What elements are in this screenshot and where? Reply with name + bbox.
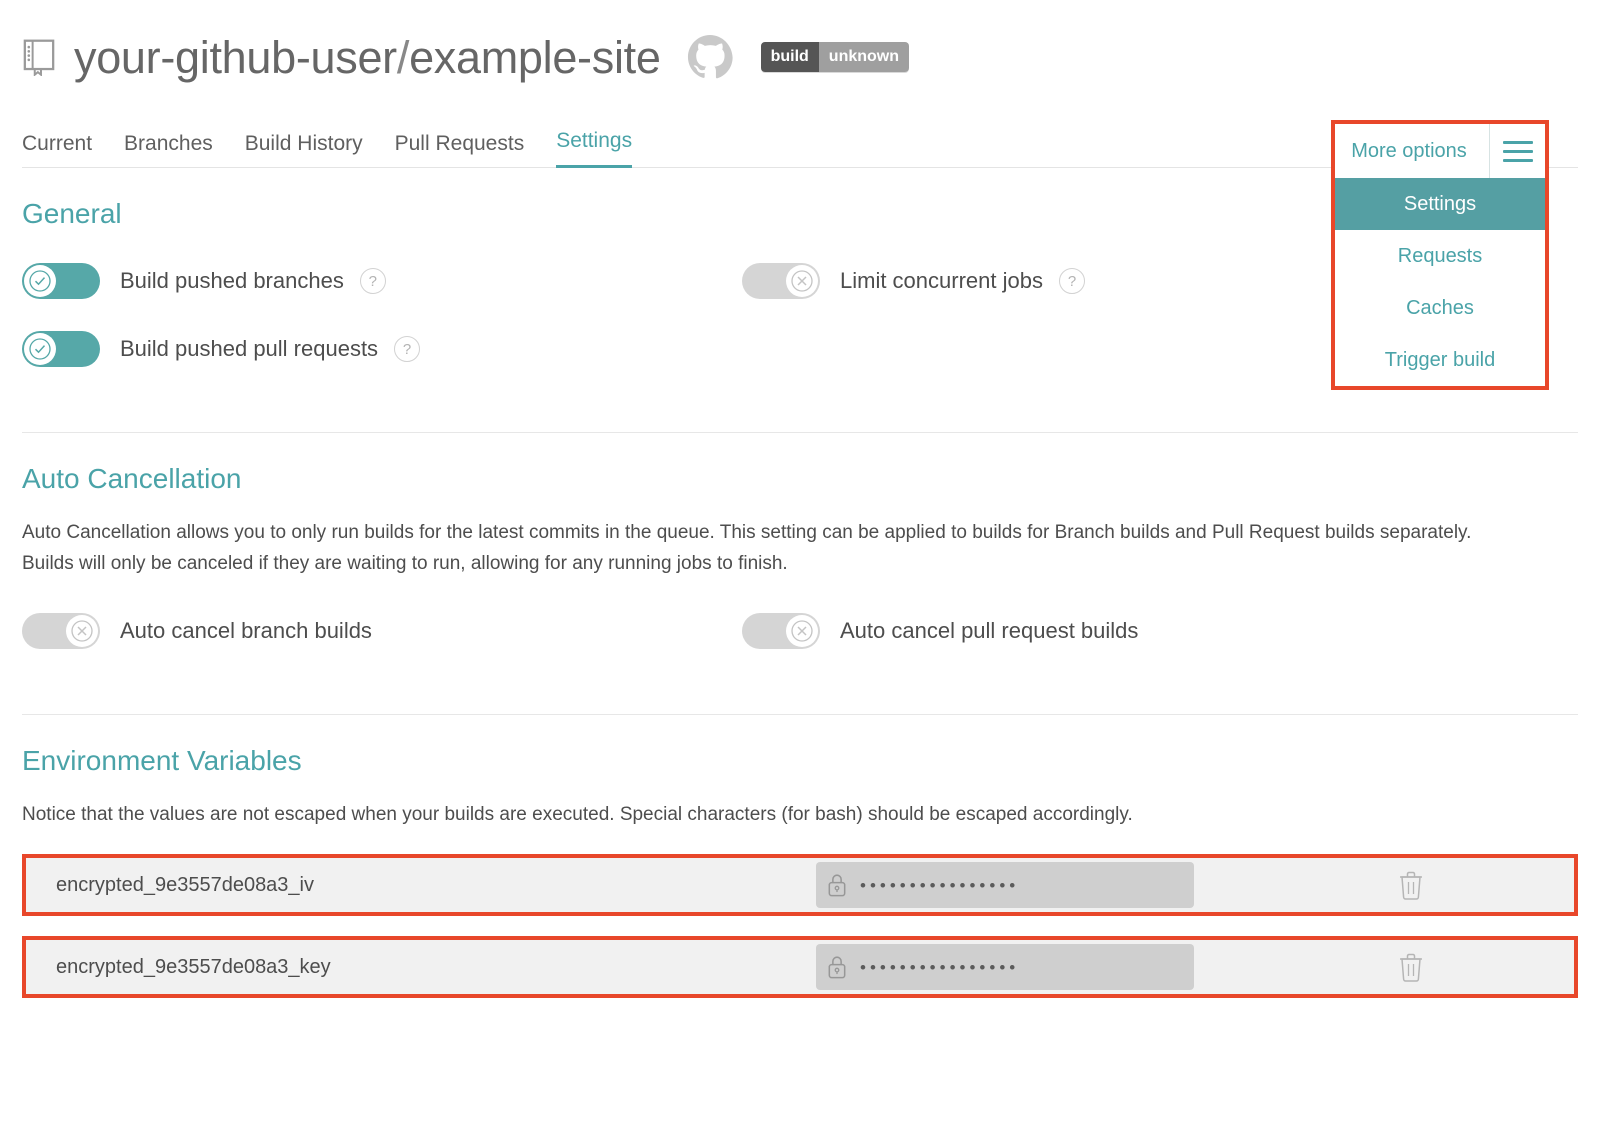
auto-cancellation-toggles: Auto cancel branch builds Auto cancel pu… <box>22 606 1578 674</box>
env-var-row[interactable]: encrypted_9e3557de08a3_iv •••••••••••••••… <box>22 854 1578 916</box>
github-icon[interactable] <box>687 34 733 80</box>
more-options-panel[interactable]: More options SettingsRequestsCachesTrigg… <box>1331 120 1549 390</box>
badge-label: build <box>761 42 819 72</box>
section-title-environment-variables: Environment Variables <box>22 745 1578 777</box>
env-var-name: encrypted_9e3557de08a3_key <box>56 956 816 979</box>
repo-book-icon <box>22 38 56 76</box>
toggle-row: Build pushed pull requests? <box>22 324 742 374</box>
more-options-menu: SettingsRequestsCachesTrigger build <box>1335 178 1545 386</box>
toggle-row: Auto cancel pull request builds <box>742 606 1462 656</box>
divider-general <box>22 432 1578 433</box>
toggle-label-limit-concurrent-jobs: Limit concurrent jobs <box>840 268 1043 294</box>
auto-cancel-toggles-left: Auto cancel branch builds <box>22 606 742 674</box>
environment-variables-list: encrypted_9e3557de08a3_iv •••••••••••••••… <box>22 854 1578 998</box>
auto-cancel-toggles-right: Auto cancel pull request builds <box>742 606 1462 674</box>
check-icon <box>24 265 56 297</box>
help-icon[interactable]: ? <box>1059 268 1085 294</box>
toggle-build-pushed-branches[interactable] <box>22 263 100 299</box>
tab-current[interactable]: Current <box>22 132 92 168</box>
page-title: your-github-user/example-site <box>74 35 661 80</box>
env-var-row[interactable]: encrypted_9e3557de08a3_key ••••••••••••••… <box>22 936 1578 998</box>
more-options-label[interactable]: More options <box>1335 140 1489 163</box>
toggle-label-build-pushed-pull-requests: Build pushed pull requests <box>120 336 378 362</box>
environment-variables-description: Notice that the values are not escaped w… <box>22 799 1482 830</box>
general-toggles-left: Build pushed branches?Build pushed pull … <box>22 256 742 392</box>
x-icon <box>786 265 818 297</box>
hamburger-icon[interactable] <box>1489 124 1545 178</box>
env-var-masked-value: •••••••••••••••• <box>860 877 1019 894</box>
auto-cancellation-description: Auto Cancellation allows you to only run… <box>22 517 1482 580</box>
repo-header: your-github-user/example-site build unkn… <box>0 0 1600 96</box>
help-icon[interactable]: ? <box>360 268 386 294</box>
divider-auto-cancellation <box>22 714 1578 715</box>
repo-name[interactable]: example-site <box>409 32 661 83</box>
env-var-name: encrypted_9e3557de08a3_iv <box>56 874 816 897</box>
toggle-label-build-pushed-branches: Build pushed branches <box>120 268 344 294</box>
toggle-row: Auto cancel branch builds <box>22 606 742 656</box>
toggle-auto-cancel-pull-request-builds[interactable] <box>742 613 820 649</box>
check-icon <box>24 333 56 365</box>
env-var-masked-value: •••••••••••••••• <box>860 959 1019 976</box>
more-options-header[interactable]: More options <box>1335 124 1545 178</box>
help-icon[interactable]: ? <box>394 336 420 362</box>
badge-value: unknown <box>819 42 909 72</box>
more-options-item-settings[interactable]: Settings <box>1335 178 1545 230</box>
toggle-limit-concurrent-jobs[interactable] <box>742 263 820 299</box>
trash-icon[interactable] <box>1398 952 1424 982</box>
repo-slug-separator: / <box>397 32 409 83</box>
tab-pull-requests[interactable]: Pull Requests <box>395 132 525 168</box>
toggle-row: Build pushed branches? <box>22 256 742 306</box>
more-options-item-requests[interactable]: Requests <box>1335 230 1545 282</box>
build-status-badge[interactable]: build unknown <box>761 42 909 72</box>
toggle-label-auto-cancel-branch-builds: Auto cancel branch builds <box>120 618 372 644</box>
tab-branches[interactable]: Branches <box>124 132 213 168</box>
x-icon <box>786 615 818 647</box>
tab-build-history[interactable]: Build History <box>245 132 363 168</box>
toggle-label-auto-cancel-pull-request-builds: Auto cancel pull request builds <box>840 618 1138 644</box>
env-var-value[interactable]: •••••••••••••••• <box>816 862 1194 908</box>
env-var-value[interactable]: •••••••••••••••• <box>816 944 1194 990</box>
lock-icon <box>826 872 848 898</box>
toggle-build-pushed-pull-requests[interactable] <box>22 331 100 367</box>
repo-owner[interactable]: your-github-user <box>74 32 397 83</box>
trash-icon[interactable] <box>1398 870 1424 900</box>
lock-icon <box>826 954 848 980</box>
more-options-item-trigger-build[interactable]: Trigger build <box>1335 334 1545 386</box>
toggle-auto-cancel-branch-builds[interactable] <box>22 613 100 649</box>
x-icon <box>66 615 98 647</box>
tab-settings[interactable]: Settings <box>556 129 632 168</box>
section-title-auto-cancellation: Auto Cancellation <box>22 463 1578 495</box>
more-options-item-caches[interactable]: Caches <box>1335 282 1545 334</box>
